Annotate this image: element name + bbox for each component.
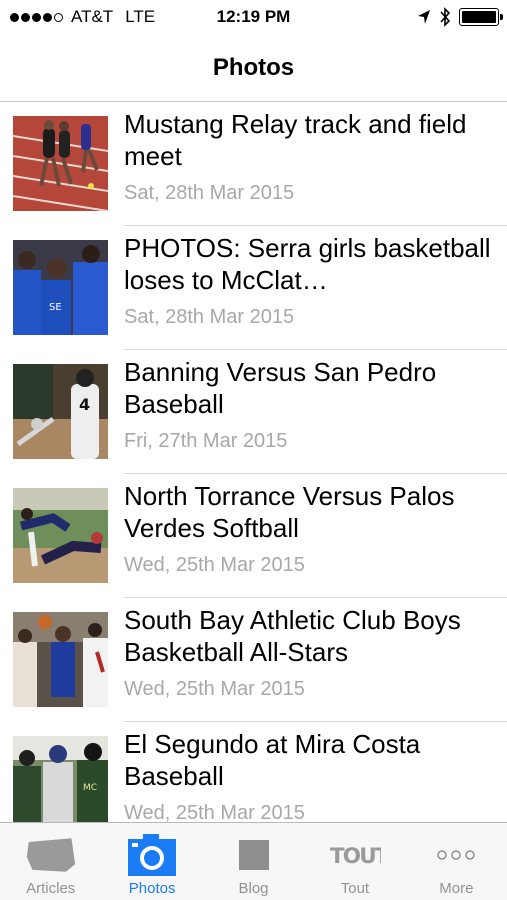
list-item[interactable]: Mustang Relay track and field meet Sat, … <box>0 102 507 226</box>
item-date: Wed, 25th Mar 2015 <box>124 802 305 822</box>
item-date: Wed, 25th Mar 2015 <box>124 554 305 576</box>
navigation-bar: Photos <box>0 36 507 102</box>
status-bar: AT&T LTE 12:19 PM <box>0 0 507 36</box>
track-photo <box>13 116 108 211</box>
tab-label: Tout <box>340 880 370 897</box>
tab-label: Blog <box>238 880 269 897</box>
svg-text:TOUT: TOUT <box>330 844 381 869</box>
baseball-team-photo: MC <box>13 736 108 822</box>
location-arrow-icon <box>418 10 430 24</box>
blog-icon <box>228 833 280 877</box>
baseball-photo: 4 <box>13 364 108 459</box>
item-date: Fri, 27th Mar 2015 <box>124 430 288 452</box>
item-date: Wed, 25th Mar 2015 <box>124 678 305 700</box>
item-title: North Torrance Versus Palos Verdes Softb… <box>124 481 455 543</box>
item-title: El Segundo at Mira Costa Baseball <box>124 729 421 791</box>
newspaper-icon <box>25 833 77 877</box>
list-item[interactable]: North Torrance Versus Palos Verdes Softb… <box>0 474 507 598</box>
tab-more[interactable]: More <box>406 823 507 900</box>
item-title: Banning Versus San Pedro Baseball <box>124 357 437 419</box>
photo-gallery-list[interactable]: Mustang Relay track and field meet Sat, … <box>0 102 507 822</box>
more-icon <box>430 833 482 877</box>
item-title: PHOTOS: Serra girls basketball loses to … <box>124 233 491 295</box>
tout-icon: TOUT <box>329 833 381 877</box>
basketball-girls-photo: SE <box>13 240 108 335</box>
svg-text:4: 4 <box>79 395 90 414</box>
tab-photos[interactable]: Photos <box>101 823 202 900</box>
item-title: Mustang Relay track and field meet <box>124 109 467 171</box>
camera-icon <box>126 833 178 877</box>
svg-text:MC: MC <box>83 783 97 793</box>
tab-label: Articles <box>26 880 76 897</box>
tab-label: More <box>439 880 474 897</box>
list-item[interactable]: 4 Banning Versus San Pedro Baseball Fri,… <box>0 350 507 474</box>
list-item[interactable]: South Bay Athletic Club Boys Basketball … <box>0 598 507 722</box>
battery-icon <box>459 8 503 26</box>
tab-articles[interactable]: Articles <box>0 823 101 900</box>
tab-tout[interactable]: TOUT Tout <box>304 823 405 900</box>
list-item[interactable]: MC El Segundo at Mira Costa Baseball Wed… <box>0 722 507 822</box>
basketball-boys-photo <box>13 612 108 707</box>
tab-blog[interactable]: Blog <box>203 823 304 900</box>
item-title: South Bay Athletic Club Boys Basketball … <box>124 605 461 667</box>
softball-photo <box>13 488 108 583</box>
svg-text:SE: SE <box>49 302 62 313</box>
page-title: Photos <box>212 54 295 81</box>
tab-label: Photos <box>128 880 176 897</box>
item-date: Sat, 28th Mar 2015 <box>124 182 295 204</box>
item-date: Sat, 28th Mar 2015 <box>124 306 295 328</box>
tab-bar: Articles Photos Blog TOUT Tout <box>0 822 507 900</box>
list-item[interactable]: SE PHOTOS: Serra girls basketball loses … <box>0 226 507 350</box>
bluetooth-icon <box>440 7 451 27</box>
